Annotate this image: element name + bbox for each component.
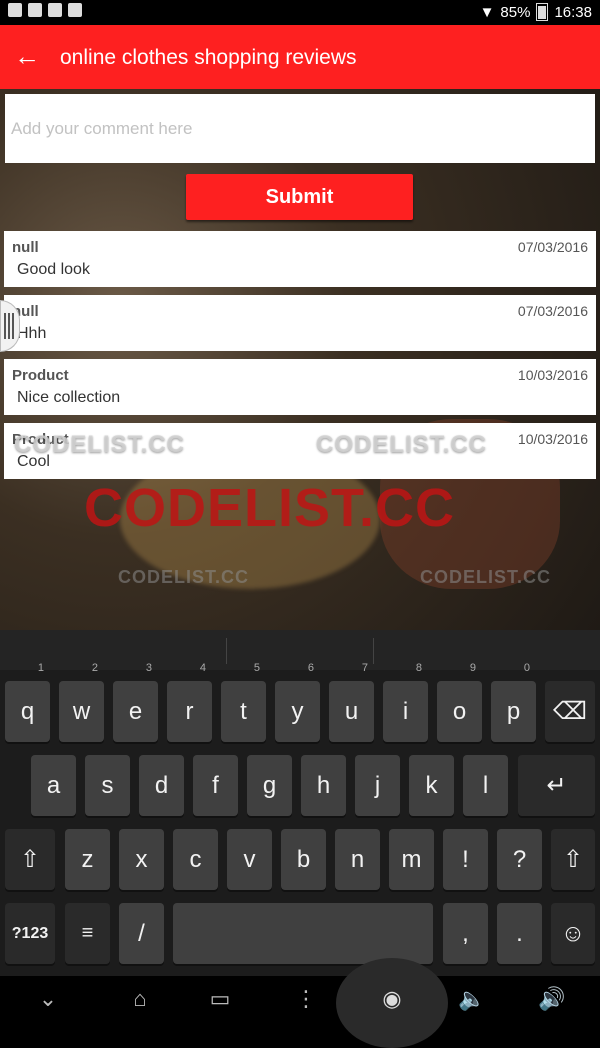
key-m[interactable]: m: [389, 829, 434, 890]
key-f[interactable]: f: [193, 755, 238, 816]
key-s[interactable]: s: [85, 755, 130, 816]
key-a[interactable]: a: [31, 755, 76, 816]
review-text: Good look: [17, 261, 90, 278]
key-exclamation[interactable]: !: [443, 829, 488, 890]
arrow-left-icon[interactable]: ←: [14, 41, 40, 71]
menu-dots-icon[interactable]: ⋮: [286, 986, 326, 1012]
key-slash[interactable]: /: [119, 903, 164, 964]
key-y[interactable]: y6: [275, 662, 320, 742]
clock: 16:38: [554, 3, 592, 21]
key-p[interactable]: p0: [491, 662, 536, 742]
key-j[interactable]: j: [355, 755, 400, 816]
symbols-key[interactable]: ?123: [5, 903, 55, 964]
key-w[interactable]: w2: [59, 662, 104, 742]
key-g[interactable]: g: [247, 755, 292, 816]
key-period[interactable]: .: [497, 903, 542, 964]
key-n[interactable]: n: [335, 829, 380, 890]
shift-icon[interactable]: ⇧: [551, 829, 595, 890]
app-bar: ← online clothes shopping reviews: [0, 25, 600, 89]
backspace-icon[interactable]: ⌫: [545, 681, 595, 742]
emoji-icon[interactable]: ☺: [551, 903, 595, 964]
watermark-logo: CODELIST.CC: [316, 431, 488, 458]
page-title: online clothes shopping reviews: [60, 46, 357, 69]
settings-sliders-icon[interactable]: ≡: [65, 903, 110, 964]
status-bar: ▼ 85% 16:38: [0, 0, 600, 25]
submit-button[interactable]: Submit: [186, 174, 413, 220]
system-nav-bar: ⌄ ⌂ ▭ ⋮ ◉ 🔈 🔊: [0, 958, 600, 1048]
key-t[interactable]: t5: [221, 662, 266, 742]
enter-icon[interactable]: ↵: [518, 755, 595, 816]
watermark-logo: CODELIST.CC: [420, 567, 552, 587]
key-e[interactable]: e3: [113, 662, 158, 742]
recents-icon[interactable]: ▭: [200, 986, 240, 1012]
soft-keyboard: q1 w2 e3 r4 t5 y6 u7 i8 o9 p0 ⌫ a s d f …: [0, 630, 600, 976]
key-x[interactable]: x: [119, 829, 164, 890]
watermark-logo: CODELIST.CC: [118, 567, 250, 587]
review-date: 10/03/2016: [517, 431, 588, 447]
key-c[interactable]: c: [173, 829, 218, 890]
wifi-icon: ▼: [479, 3, 495, 21]
key-q[interactable]: q1: [5, 662, 50, 742]
shift-icon[interactable]: ⇧: [5, 829, 55, 890]
key-z[interactable]: z: [65, 829, 110, 890]
key-h[interactable]: h: [301, 755, 346, 816]
image-icon: [8, 3, 22, 17]
camera-icon: [48, 3, 62, 17]
key-v[interactable]: v: [227, 829, 272, 890]
key-comma[interactable]: ,: [443, 903, 488, 964]
suggestion-strip: [0, 630, 600, 670]
review-author: null: [12, 239, 39, 256]
review-text: Nice collection: [17, 389, 121, 406]
volume-down-icon[interactable]: 🔈: [452, 986, 492, 1012]
main-content: Submit null 07/03/2016 Good look null 07…: [0, 89, 600, 630]
key-b[interactable]: b: [281, 829, 326, 890]
key-question[interactable]: ?: [497, 829, 542, 890]
review-author: Product: [12, 367, 69, 384]
review-item: null 07/03/2016 Good look: [4, 231, 596, 287]
comment-input[interactable]: [5, 94, 595, 163]
key-r[interactable]: r4: [167, 662, 212, 742]
key-o[interactable]: o9: [437, 662, 482, 742]
watermark-logo: CODELIST.CC: [14, 431, 186, 458]
download-icon: [28, 3, 42, 17]
home-icon[interactable]: ⌂: [120, 986, 160, 1012]
space-bar[interactable]: [173, 903, 433, 964]
key-i[interactable]: i8: [383, 662, 428, 742]
review-text: Hhh: [17, 325, 47, 342]
review-date: 07/03/2016: [517, 239, 588, 255]
screenshot-icon[interactable]: ◉: [372, 986, 412, 1012]
review-item: Product 10/03/2016 Nice collection: [4, 359, 596, 415]
barcode-icon: [68, 3, 82, 17]
review-date: 07/03/2016: [517, 303, 588, 319]
watermark-logo: CODELIST.CC: [84, 478, 456, 538]
review-item: null 07/03/2016 Hhh: [4, 295, 596, 351]
battery-percent: 85%: [500, 3, 531, 21]
battery-icon: [536, 3, 549, 21]
volume-up-icon[interactable]: 🔊: [532, 986, 572, 1012]
key-l[interactable]: l: [463, 755, 508, 816]
key-d[interactable]: d: [139, 755, 184, 816]
review-date: 10/03/2016: [517, 367, 588, 383]
key-k[interactable]: k: [409, 755, 454, 816]
key-u[interactable]: u7: [329, 662, 374, 742]
notification-icons: [8, 3, 82, 17]
hide-keyboard-icon[interactable]: ⌄: [28, 986, 68, 1012]
